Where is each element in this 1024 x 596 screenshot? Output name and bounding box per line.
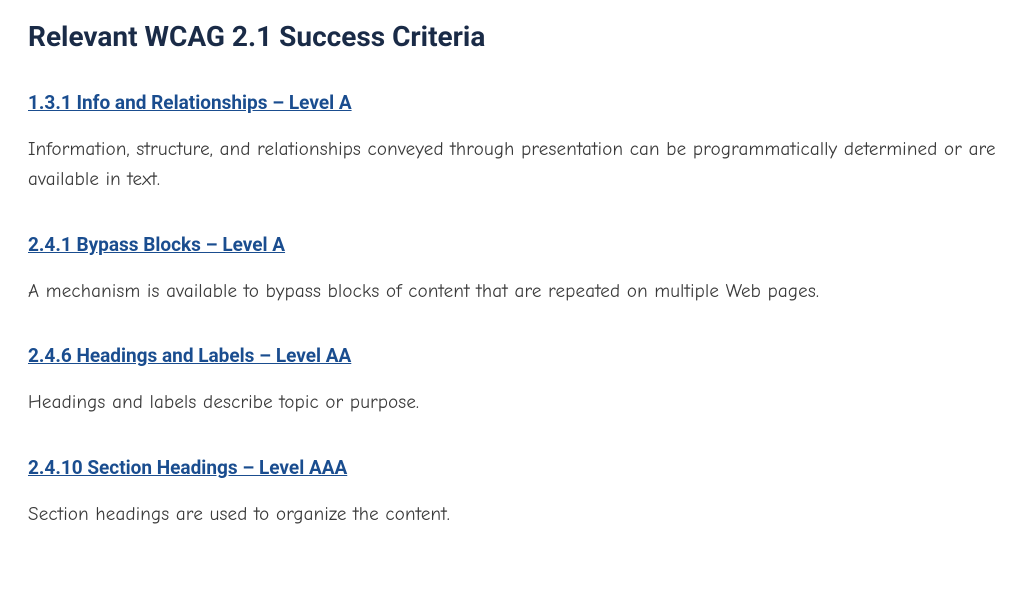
criterion-link[interactable]: 2.4.1 Bypass Blocks – Level A — [28, 233, 285, 256]
criterion-item: 1.3.1 Info and Relationships – Level A I… — [28, 91, 996, 195]
criterion-description: Headings and labels describe topic or pu… — [28, 387, 996, 417]
criterion-item: 2.4.1 Bypass Blocks – Level A A mechanis… — [28, 233, 996, 306]
page-heading: Relevant WCAG 2.1 Success Criteria — [28, 20, 996, 53]
criterion-description: Section headings are used to organize th… — [28, 499, 996, 529]
criterion-link[interactable]: 1.3.1 Info and Relationships – Level A — [28, 91, 352, 114]
criterion-description: Information, structure, and relationship… — [28, 134, 996, 195]
criterion-item: 2.4.10 Section Headings – Level AAA Sect… — [28, 456, 996, 529]
criterion-item: 2.4.6 Headings and Labels – Level AA Hea… — [28, 344, 996, 417]
criterion-description: A mechanism is available to bypass block… — [28, 276, 996, 306]
criterion-link[interactable]: 2.4.6 Headings and Labels – Level AA — [28, 344, 351, 367]
criterion-link[interactable]: 2.4.10 Section Headings – Level AAA — [28, 456, 347, 479]
